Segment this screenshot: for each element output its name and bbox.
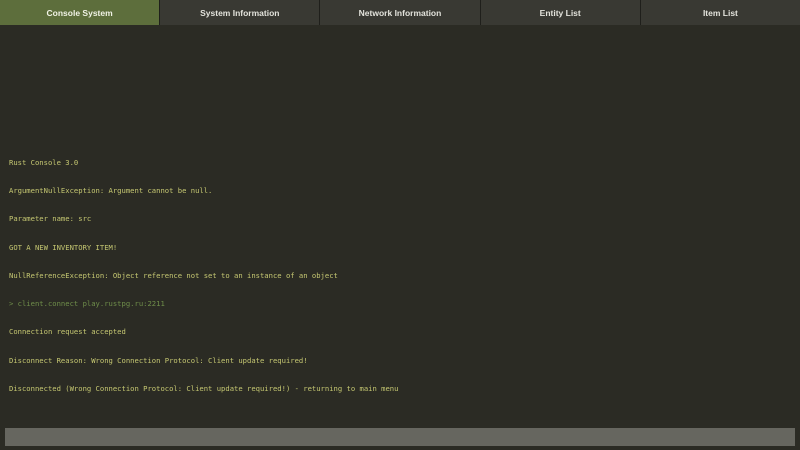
console-command-line: > client.connect play.rustpg.ru:2211 bbox=[9, 299, 165, 309]
tab-network-information[interactable]: Network Information bbox=[320, 0, 480, 25]
tab-entity-list[interactable]: Entity List bbox=[480, 0, 640, 25]
tab-system-information[interactable]: System Information bbox=[160, 0, 320, 25]
console-line: Parameter name: src bbox=[9, 214, 92, 224]
console-line: Disconnect Reason: Wrong Connection Prot… bbox=[9, 355, 308, 365]
tab-item-list[interactable]: Item List bbox=[640, 0, 800, 25]
console-output-panel[interactable]: Rust Console 3.0 ArgumentNullException: … bbox=[0, 25, 800, 423]
tab-console-system[interactable]: Console System bbox=[0, 0, 160, 25]
console-log: Rust Console 3.0 ArgumentNullException: … bbox=[9, 139, 398, 412]
tab-bar: Console System System Information Networ… bbox=[0, 0, 800, 25]
console-line: NullReferenceException: Object reference… bbox=[9, 270, 338, 280]
console-line: Connection request accepted bbox=[9, 327, 126, 337]
console-line: GOT A NEW INVENTORY ITEM! bbox=[9, 242, 118, 252]
console-command-input[interactable] bbox=[5, 428, 795, 446]
console-line: ArgumentNullException: Argument cannot b… bbox=[9, 186, 213, 196]
console-line: Rust Console 3.0 bbox=[9, 158, 79, 168]
console-line: Disconnected (Wrong Connection Protocol:… bbox=[9, 383, 399, 393]
